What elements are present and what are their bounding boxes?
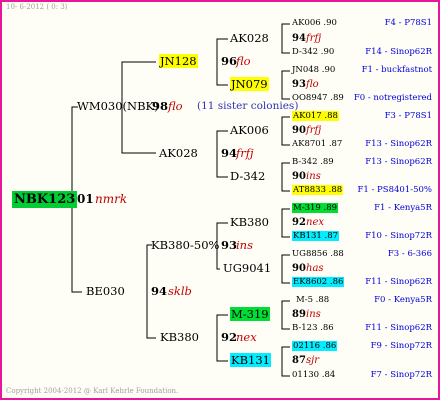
gen4-3-bottom-text: AT8833 .88 [292, 185, 344, 195]
gen4-0-score: 94 [292, 33, 306, 44]
gen1-wm030-code: flo [168, 99, 183, 113]
gen4-5-bottom-text: EK8602 .86 [292, 277, 345, 287]
gen4-3-score: 90 [292, 171, 306, 182]
gen4-4-bottom-text: KB131 .87 [292, 231, 340, 241]
gen4-2-score: 90 [292, 125, 306, 136]
gen4-5-loc-bottom: F11 - Sinop62R [365, 277, 432, 287]
gen4-2-loc-top: F3 - P78S1 [384, 111, 432, 121]
gen4-4-loc-bottom: F10 - Sinop72R [365, 231, 432, 241]
gen4-3-loc-bottom: F1 - PS8401-50% [357, 185, 432, 195]
gen4-4-top[interactable]: M-319 .89 [292, 203, 339, 213]
gen3-ak028-id[interactable]: AK028 [230, 32, 269, 45]
gen4-4-score: 92 [292, 217, 306, 228]
gen4-3-code: ins [306, 171, 321, 182]
gen3-kb131-id: KB131 [230, 353, 271, 367]
gen1-wm030-id[interactable]: WM030(NBK) [77, 100, 159, 113]
gen4-4-bottom[interactable]: KB131 .87 [292, 231, 340, 241]
root-score: 01 [77, 192, 94, 206]
gen4-7-score: 87 [292, 355, 306, 366]
gen4-1-score: 93 [292, 79, 306, 90]
gen4-2-top-text: AK017 .88 [292, 111, 339, 121]
gen2-ak028-code: frfj [236, 146, 254, 160]
gen4-3-bottom[interactable]: AT8833 .88 [292, 185, 344, 195]
gen2-ak028-score: 94 [221, 146, 238, 160]
gen3-m319[interactable]: M-319 [230, 307, 270, 321]
gen4-1-code: flo [306, 79, 319, 90]
gen1-wm030-score: 98 [152, 99, 169, 113]
gen2-jn128-id: JN128 [159, 54, 198, 68]
gen4-5-score: 90 [292, 263, 306, 274]
gen4-5-top[interactable]: UG8856 .88 [292, 250, 344, 259]
line-wm030-ak028 [121, 107, 156, 154]
gen4-4-loc-top: F1 - Kenya5R [374, 203, 432, 213]
gen4-3-top[interactable]: B-342 .89 [292, 158, 334, 167]
gen4-3-loc-top: F13 - Sinop62R [365, 157, 432, 167]
gen4-1-loc-bottom: F0 - notregistered [353, 93, 432, 103]
gen4-6-top[interactable]: M-5 .88 [296, 296, 329, 305]
gen4-6-code: ins [306, 309, 321, 320]
gen1-be030-id[interactable]: BE030 [86, 285, 125, 298]
gen4-5-bottom[interactable]: EK8602 .86 [292, 277, 345, 287]
gen2-ak028-id[interactable]: AK028 [159, 147, 198, 160]
gen4-6-score: 89 [292, 309, 306, 320]
gen3-d342-id[interactable]: D-342 [230, 170, 265, 183]
gen4-7-code: sjr [306, 355, 320, 366]
gen2-kb380-score: 92 [221, 330, 238, 344]
root-node[interactable]: NBK123 [12, 191, 78, 208]
gen4-2-bottom[interactable]: AK8701 .87 [292, 140, 342, 149]
gen1-be030-code: sklb [168, 284, 192, 298]
gen4-4-top-text: M-319 .89 [292, 203, 339, 213]
gen4-7-loc-top: F9 - Sinop72R [370, 341, 432, 351]
gen2-jn128[interactable]: JN128 [159, 54, 198, 68]
gen2-kb380-50-code: ins [236, 238, 253, 252]
root-code: nmrk [95, 192, 128, 206]
gen3-ak006-id[interactable]: AK006 [230, 124, 269, 137]
gen4-6-loc-top: F0 - Kenya5R [374, 295, 432, 305]
gen2-jn128-code: flo [236, 54, 251, 68]
gen4-6-bottom[interactable]: B-123 .86 [292, 324, 334, 333]
gen2-kb380-50-score: 93 [221, 238, 238, 252]
gen4-0-bottom[interactable]: D-342 .90 [292, 48, 334, 57]
root-id: NBK123 [12, 191, 78, 208]
gen4-6-loc-bottom: F11 - Sinop62R [365, 323, 432, 333]
gen4-0-loc-bottom: F14 - Sinop62R [365, 47, 432, 57]
copyright: Copyright 2004-2012 @ Karl Kehrle Founda… [6, 387, 179, 395]
gen4-7-bottom[interactable]: 01130 .84 [292, 371, 335, 380]
gen4-2-code: frfj [306, 125, 322, 136]
gen2-kb380-50-id[interactable]: KB380-50% [151, 239, 219, 252]
gen1-be030-score: 94 [151, 284, 168, 298]
line-be030-kb380 [146, 292, 156, 339]
gen2-kb380-id[interactable]: KB380 [160, 331, 199, 344]
gen4-5-code: has [306, 263, 324, 274]
gen3-jn079[interactable]: JN079 [230, 77, 269, 91]
gen3-kb131[interactable]: KB131 [230, 353, 271, 367]
gen4-5-loc-top: F3 - 6-366 [387, 249, 432, 259]
gen4-1-loc-top: F1 - buckfastnot [361, 65, 432, 75]
gen4-2-loc-bottom: F13 - Sinop62R [365, 139, 432, 149]
gen4-1-top[interactable]: JN048 .90 [292, 66, 335, 75]
line-root-wm030 [67, 106, 78, 201]
gen3-ug9041-id[interactable]: UG9041 [223, 262, 271, 275]
gen4-0-code: frfj [306, 33, 322, 44]
gen4-0-loc-top: F4 - P78S1 [384, 18, 432, 28]
gen4-7-top-text: 02116 .86 [292, 341, 338, 351]
timestamp: 10- 6-2012 ( 0: 3) [6, 3, 68, 11]
gen3-jn079-id: JN079 [230, 77, 269, 91]
gen4-7-loc-bottom: F7 - Sinop72R [370, 370, 432, 380]
sister-colonies-note: (11 sister colonies) [197, 100, 299, 112]
gen4-4-code: nex [306, 217, 324, 228]
gen4-0-top[interactable]: AK006 .90 [292, 19, 337, 28]
gen3-kb380-id[interactable]: KB380 [230, 216, 269, 229]
gen2-jn128-score: 96 [221, 54, 238, 68]
gen2-kb380-code: nex [236, 330, 257, 344]
gen4-7-top[interactable]: 02116 .86 [292, 341, 338, 351]
gen3-m319-id: M-319 [230, 307, 270, 321]
line-root-be030 [71, 200, 82, 293]
gen4-2-top[interactable]: AK017 .88 [292, 111, 339, 121]
gen4-1-bottom[interactable]: OO8947 .89 [292, 94, 344, 103]
